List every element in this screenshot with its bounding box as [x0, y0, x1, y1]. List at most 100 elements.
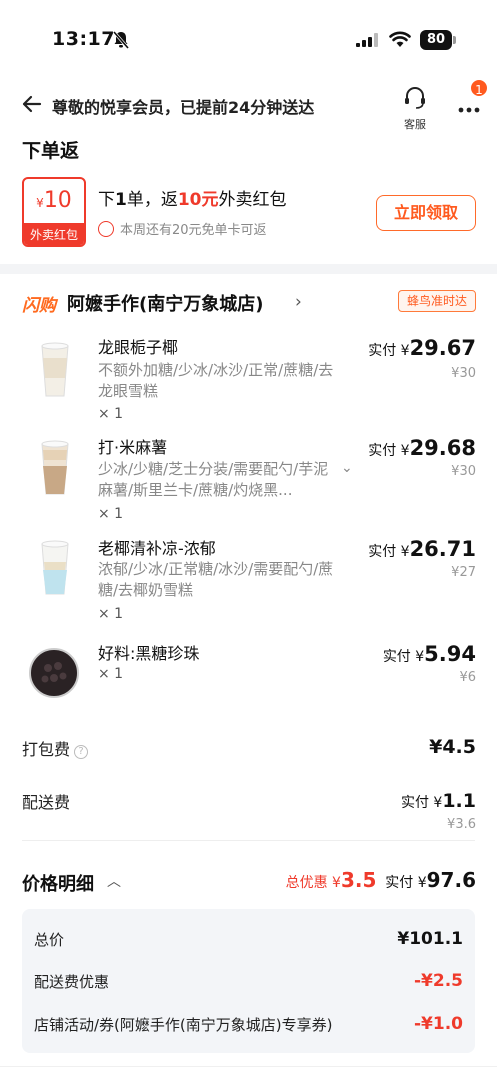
divider-line	[22, 840, 475, 841]
on-time-delivery-badge: 蜂鸟准时达	[398, 290, 476, 312]
mute-bell-icon	[112, 31, 130, 53]
paid-value: 29.67	[409, 336, 476, 360]
item-original-price: ¥27	[451, 565, 476, 580]
rebate-sub-text: 本周还有20元免单卡可返	[120, 223, 267, 238]
total-discount: 总优惠 ¥3.5	[285, 868, 377, 892]
packing-fee-amount: ¥4.5	[429, 736, 476, 758]
packing-fee-text: 打包费	[22, 740, 71, 759]
item-name: 龙眼栀子椰	[98, 338, 179, 357]
rebate-text-5: 外卖红包	[218, 190, 287, 210]
item-paid-price: 实付 ¥5.94	[383, 642, 476, 666]
item-name: 打·米麻薯	[98, 438, 168, 457]
delivery-fee-paid: 实付 ¥1.1	[401, 790, 476, 812]
breakdown-value: -¥2.5	[414, 971, 463, 991]
item-paid-price: 实付 ¥29.68	[368, 436, 476, 460]
chevron-down-icon[interactable]: ⌄	[341, 460, 353, 476]
item-quantity: × 1	[98, 406, 124, 422]
rebate-headline: 下1单，返10元外卖红包	[98, 185, 287, 210]
flash-buy-tag: 闪购	[22, 296, 56, 316]
item-name: 好料:黑糖珍珠	[98, 644, 200, 663]
breakdown-label: 总价	[34, 931, 65, 949]
battery-indicator: 80	[420, 30, 452, 50]
coupon-value: 10	[43, 188, 72, 213]
breakdown-row: 配送费优惠 -¥2.5	[34, 971, 463, 992]
breakdown-label: 店铺活动/券(阿嬷手作(南宁万象城店)专享券)	[34, 1016, 333, 1034]
coupon-amount: ¥10	[24, 179, 84, 223]
radio-circle-icon[interactable]	[98, 221, 114, 237]
rebate-free-card-note: 本周还有20元免单卡可返	[98, 219, 267, 238]
paid-value: 26.71	[409, 537, 476, 561]
rebate-amount: 10元	[177, 190, 219, 210]
total-paid-amount: 97.6	[426, 868, 476, 892]
item-quantity: × 1	[98, 666, 124, 682]
packing-fee-label: 打包费?	[22, 736, 89, 760]
claim-now-button[interactable]: 立即领取	[376, 195, 476, 231]
item-spec: 浓郁/少冰/正常糖/冰沙/需要配勺/蔗糖/去椰奶雪糕	[98, 560, 334, 599]
item-quantity: × 1	[98, 606, 124, 622]
item-paid-price: 实付 ¥26.71	[368, 537, 476, 561]
title-minutes: 24	[228, 98, 251, 117]
notification-badge: 1	[469, 78, 489, 98]
store-name[interactable]: 阿嬷手作(南宁万象城店)	[67, 290, 263, 316]
help-circle-icon[interactable]: ?	[74, 745, 89, 759]
red-packet-coupon: ¥10 外卖红包	[22, 177, 86, 247]
item-original-price: ¥30	[451, 366, 476, 381]
delivery-fee-label: 配送费	[22, 793, 71, 812]
customer-service-label: 客服	[404, 118, 426, 131]
delivery-paid-amount: 1.1	[442, 790, 476, 812]
topping-thumbnail	[24, 642, 86, 704]
breakdown-value: -¥1.0	[414, 1014, 463, 1034]
breakdown-value: ¥101.1	[397, 929, 463, 949]
battery-tip	[453, 36, 456, 44]
paid-label: 实付 ¥	[368, 544, 410, 560]
price-detail-title[interactable]: 价格明细	[22, 870, 94, 896]
item-name: 老椰清补凉-浓郁	[98, 539, 216, 558]
coupon-label: 外卖红包	[24, 223, 84, 245]
item-quantity: × 1	[98, 506, 124, 522]
breakdown-label: 配送费优惠	[34, 973, 110, 991]
price-breakdown-box: 总价 ¥101.1 配送费优惠 -¥2.5 店铺活动/券(阿嬷手作(南宁万象城店…	[22, 909, 475, 1053]
item-spec: 少冰/少糖/芝士分装/需要配勺/芋泥麻薯/斯里兰卡/蔗糖/灼烧黑...	[98, 460, 329, 499]
paid-value: 5.94	[424, 642, 476, 666]
breakdown-row: 总价 ¥101.1	[34, 929, 463, 950]
title-suffix: 分钟送达	[250, 98, 315, 117]
top-nav: 尊敬的悦享会员，已提前24分钟送达 客服 1	[0, 78, 497, 132]
packing-fee-value: ¥4.5	[429, 736, 476, 758]
customer-service-button[interactable]: 客服	[398, 86, 432, 132]
item-spec: 不额外加糖/少冰/冰沙/正常/蔗糖/去龙眼雪糕	[98, 361, 334, 400]
item-original-price: ¥30	[451, 464, 476, 479]
breakdown-row: 店铺活动/券(阿嬷手作(南宁万象城店)专享券) -¥1.0	[34, 1014, 463, 1035]
back-arrow-icon[interactable]	[20, 92, 44, 116]
wifi-icon	[389, 30, 411, 52]
paid-label: 实付 ¥	[368, 443, 410, 459]
discount-amount: 3.5	[340, 868, 377, 892]
title-prefix: 尊敬的悦享会员，已提前	[52, 98, 229, 117]
status-time: 13:17	[52, 28, 115, 50]
chevron-up-icon[interactable]: ︿	[107, 871, 121, 891]
item-original-price: ¥6	[459, 670, 476, 685]
status-bar: 13:17 80	[0, 0, 497, 80]
total-paid-label: 实付 ¥	[385, 875, 427, 891]
drink-thumbnail	[24, 338, 86, 400]
section-divider	[0, 264, 497, 274]
bottom-edge	[0, 1066, 497, 1080]
paid-value: 29.68	[409, 436, 476, 460]
delivery-fee-original: ¥3.6	[447, 817, 476, 832]
delivery-paid-label: 实付 ¥	[400, 795, 443, 811]
rebate-text-1: 下	[98, 190, 115, 210]
rebate-section-title: 下单返	[22, 140, 80, 162]
paid-label: 实付 ¥	[382, 649, 425, 665]
cellular-signal-icon	[356, 32, 378, 51]
paid-label: 实付 ¥	[368, 343, 410, 359]
chevron-right-icon[interactable]: ›	[295, 292, 302, 312]
drink-thumbnail	[24, 536, 86, 598]
delivery-status-title: 尊敬的悦享会员，已提前24分钟送达	[52, 94, 314, 118]
drink-thumbnail	[24, 436, 86, 498]
rebate-text-3: 单，返	[126, 190, 178, 210]
more-options-icon[interactable]	[458, 98, 480, 117]
item-paid-price: 实付 ¥29.67	[368, 336, 476, 360]
discount-label: 总优惠 ¥	[285, 875, 341, 891]
headset-icon	[405, 87, 425, 109]
coupon-currency: ¥	[36, 196, 44, 210]
price-summary: 总优惠 ¥3.5 实付 ¥97.6	[286, 868, 476, 892]
